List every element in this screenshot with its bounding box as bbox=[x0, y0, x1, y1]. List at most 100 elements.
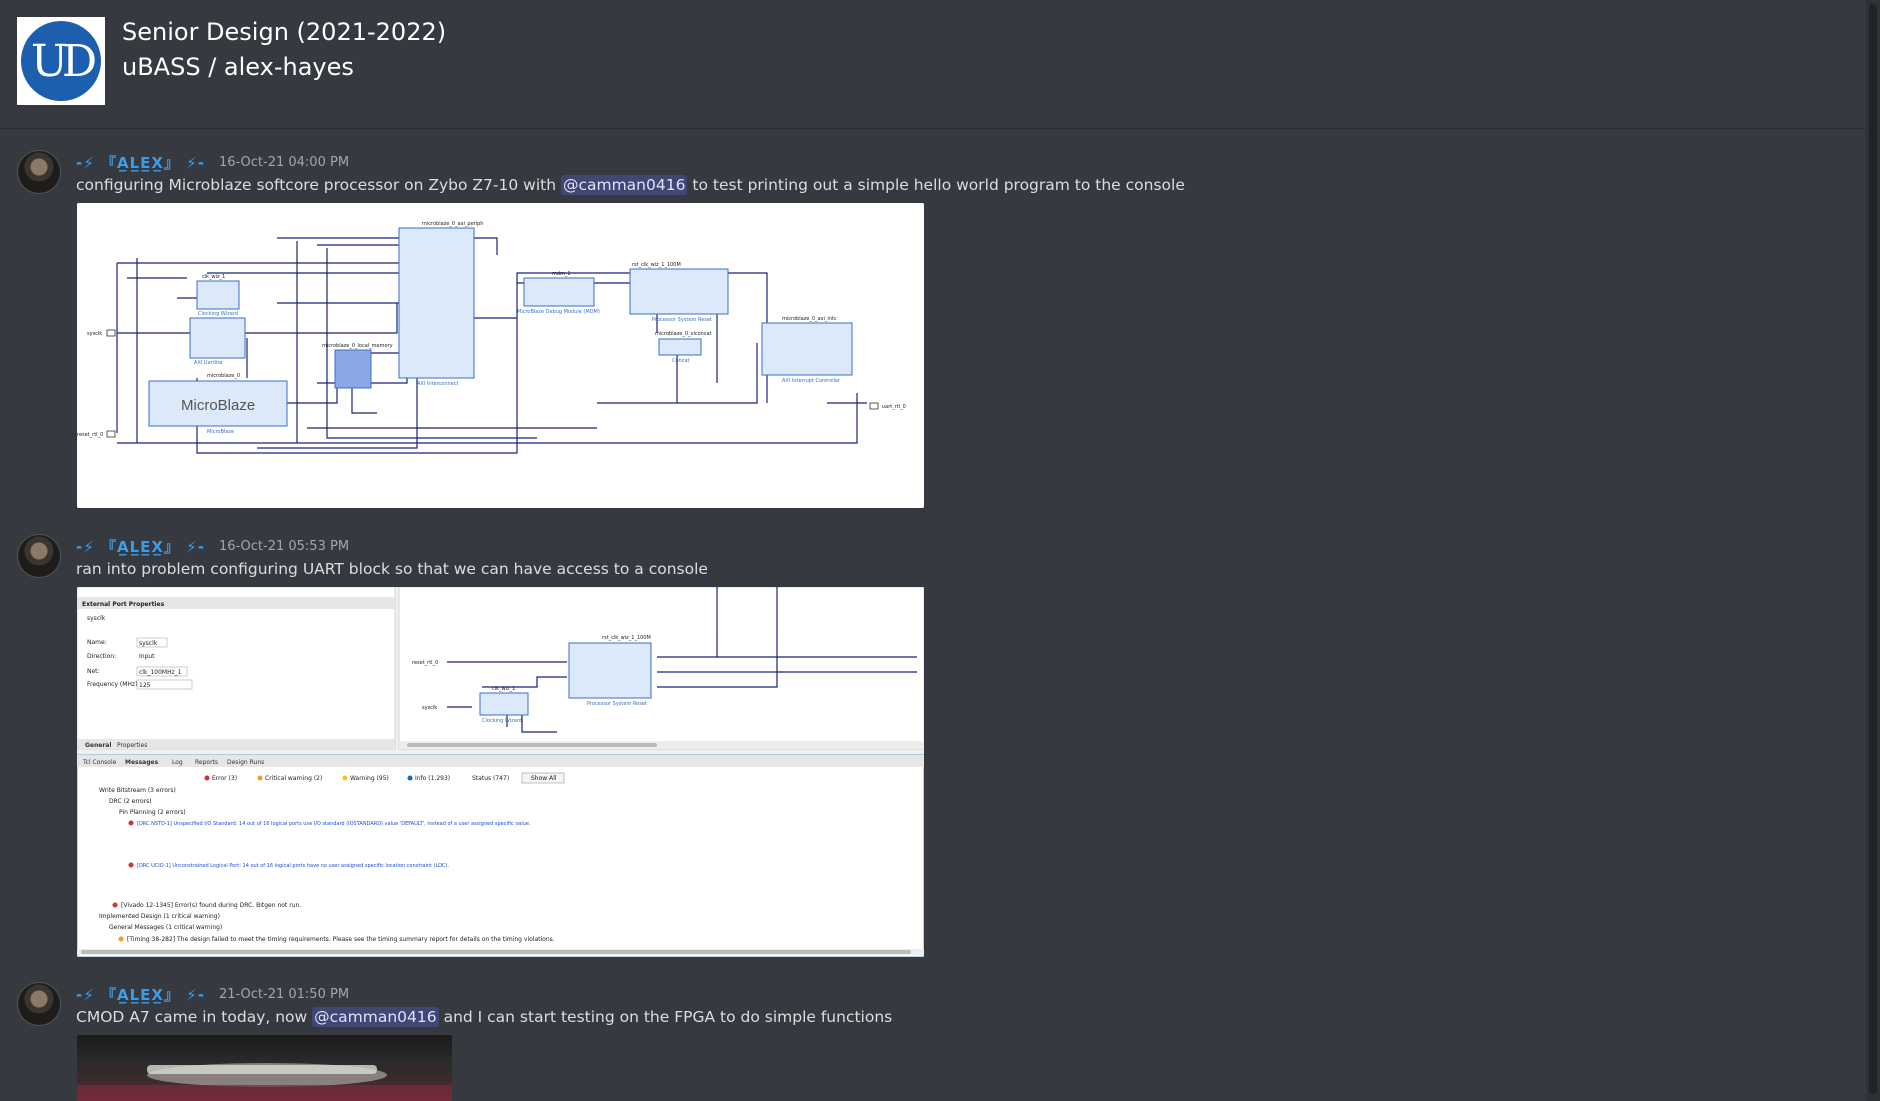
tab-general[interactable]: General bbox=[85, 742, 111, 749]
message-content: configuring Microblaze softcore processo… bbox=[76, 175, 1185, 195]
tree-general-messages[interactable]: General Messages (1 critical warning) bbox=[109, 924, 222, 931]
block-caption: AXI Interrupt Controller bbox=[782, 378, 841, 384]
username[interactable]: -⚡ 『A̲L̲E̲X̲』 ⚡- bbox=[76, 536, 205, 557]
server-name: Senior Design (2021-2022) bbox=[122, 18, 447, 46]
selected-port: sysclk bbox=[87, 615, 106, 622]
warning-message[interactable]: [Timing 38-282] The design failed to mee… bbox=[127, 936, 555, 943]
horizontal-scroll[interactable] bbox=[407, 743, 657, 747]
critical-warning-icon bbox=[257, 775, 263, 781]
channel-header: UD Senior Design (2021-2022) uBASS / ale… bbox=[0, 0, 1866, 129]
block-caption: Processor System Reset bbox=[652, 317, 712, 323]
block-caption: AXI Interconnect bbox=[417, 381, 459, 387]
avatar[interactable] bbox=[17, 150, 61, 194]
image-attachment[interactable] bbox=[77, 1035, 452, 1101]
microblaze-logo: MicroBlaze bbox=[181, 397, 255, 414]
timestamp: 16-Oct-21 04:00 PM bbox=[218, 154, 350, 170]
block-title: microblaze_0_xlconcat bbox=[655, 331, 712, 337]
tab-log[interactable]: Log bbox=[172, 759, 183, 766]
warning-icon bbox=[342, 775, 348, 781]
block-title: microblaze_0_axi_periph bbox=[422, 221, 483, 227]
clk-wiz-block[interactable] bbox=[479, 692, 529, 716]
user-mention[interactable]: @camman0416 bbox=[560, 175, 688, 195]
tab-tcl-console[interactable]: Tcl Console bbox=[82, 759, 117, 766]
tab-reports[interactable]: Reports bbox=[195, 759, 218, 766]
block-caption: MicroBlaze Debug Module (MDM) bbox=[517, 309, 600, 315]
net-value: clk_100MHz_1 bbox=[139, 669, 182, 676]
block-caption: Processor System Reset bbox=[587, 701, 647, 707]
name-value: sysclk bbox=[139, 640, 158, 647]
block-title: rst_clk_wiz_1_100M bbox=[632, 262, 681, 268]
uart-port bbox=[869, 402, 879, 410]
block-design-diagram: sysclk reset_rtl_0 uart_rtl_0 clk_wiz_1 … bbox=[77, 203, 924, 508]
direction-value: Input bbox=[139, 653, 155, 660]
avatar[interactable] bbox=[17, 534, 61, 578]
axi-uartlite-block[interactable] bbox=[189, 317, 246, 359]
image-attachment[interactable]: sysclk reset_rtl_0 uart_rtl_0 clk_wiz_1 … bbox=[77, 203, 924, 508]
direction-label: Direction: bbox=[87, 653, 116, 660]
concat-block[interactable] bbox=[658, 338, 702, 356]
fpga-photo bbox=[77, 1063, 452, 1101]
error-icon bbox=[204, 775, 210, 781]
block-caption: Clocking Wizard bbox=[198, 311, 238, 317]
proc-sys-reset-block[interactable] bbox=[629, 268, 729, 315]
timestamp: 16-Oct-21 05:53 PM bbox=[218, 538, 350, 554]
error-icon bbox=[112, 902, 118, 908]
net-label: Net: bbox=[87, 668, 100, 675]
show-all-label: Show All bbox=[531, 775, 557, 782]
port-label: uart_rtl_0 bbox=[882, 404, 906, 410]
filter-status[interactable]: Status (747) bbox=[472, 775, 509, 782]
timestamp: 21-Oct-21 01:50 PM bbox=[218, 986, 350, 1002]
block-title: mdm_1 bbox=[552, 271, 571, 277]
server-logo[interactable]: UD bbox=[17, 17, 105, 105]
user-mention[interactable]: @camman0416 bbox=[312, 1007, 439, 1027]
clk-wiz-block[interactable] bbox=[196, 280, 240, 310]
filter-info[interactable]: Info (1,293) bbox=[415, 775, 450, 782]
block-title: microblaze_0_local_memory bbox=[322, 343, 393, 349]
critical-warning-icon bbox=[118, 936, 124, 942]
error-message[interactable]: [DRC NSTD-1] Unspecified I/O Standard: 1… bbox=[137, 821, 531, 827]
block-title: clk_wiz_1 bbox=[202, 274, 225, 280]
block-caption: MicroBlaze bbox=[207, 429, 234, 435]
mdm-block[interactable] bbox=[523, 277, 595, 307]
scrollbar[interactable] bbox=[1866, 0, 1880, 1101]
filter-warning[interactable]: Warning (95) bbox=[350, 775, 389, 782]
tree-pin-planning[interactable]: Pin Planning (2 errors) bbox=[119, 809, 186, 816]
message-content: ran into problem configuring UART block … bbox=[76, 560, 708, 578]
channel-name: uBASS / alex-hayes bbox=[122, 53, 354, 81]
axi-intc-block[interactable] bbox=[761, 322, 853, 376]
username[interactable]: -⚡ 『A̲L̲E̲X̲』 ⚡- bbox=[76, 152, 205, 173]
tree-write-bitstream[interactable]: Write Bitstream (3 errors) bbox=[99, 787, 176, 794]
reset-port bbox=[106, 430, 116, 438]
freq-value: 125 bbox=[139, 682, 151, 689]
tree-drc[interactable]: DRC (2 errors) bbox=[109, 798, 152, 805]
scroll-thumb[interactable] bbox=[1869, 4, 1877, 1094]
ud-logo-icon: UD bbox=[21, 21, 101, 101]
vivado-screenshot: External Port Properties sysclk Name: sy… bbox=[77, 587, 924, 957]
avatar[interactable] bbox=[17, 982, 61, 1026]
error-message[interactable]: [Vivado 12-1345] Error(s) found during D… bbox=[121, 902, 301, 909]
sysclk-port bbox=[106, 329, 116, 337]
info-icon bbox=[407, 775, 413, 781]
image-attachment[interactable]: External Port Properties sysclk Name: sy… bbox=[77, 587, 924, 957]
proc-sys-reset-block[interactable] bbox=[568, 642, 652, 699]
tree-implemented-design[interactable]: Implemented Design (1 critical warning) bbox=[99, 913, 220, 920]
console-scroll[interactable] bbox=[81, 950, 911, 954]
local-memory-block[interactable] bbox=[334, 349, 372, 389]
tab-properties[interactable]: Properties bbox=[117, 742, 147, 749]
tab-messages[interactable]: Messages bbox=[125, 759, 159, 766]
error-icon bbox=[128, 862, 134, 868]
block-title: rst_clk_wiz_1_100M bbox=[602, 635, 651, 641]
axi-interconnect-block[interactable] bbox=[398, 227, 475, 379]
block-caption: Clocking Wizard bbox=[482, 718, 522, 724]
block-title: clk_wiz_1 bbox=[492, 686, 515, 692]
tab-design-runs[interactable]: Design Runs bbox=[227, 759, 264, 766]
port-label: reset_rtl_0 bbox=[77, 432, 103, 438]
error-message[interactable]: [DRC UCIO-1] Unconstrained Logical Port:… bbox=[137, 863, 449, 869]
filter-error[interactable]: Error (3) bbox=[212, 775, 237, 782]
freq-label: Frequency (MHz): bbox=[87, 681, 139, 688]
panel-title: External Port Properties bbox=[82, 601, 165, 608]
username[interactable]: -⚡ 『A̲L̲E̲X̲』 ⚡- bbox=[76, 984, 205, 1005]
port-label: sysclk bbox=[87, 331, 102, 337]
port-label: reset_rtl_0 bbox=[412, 660, 438, 666]
filter-critical-warning[interactable]: Critical warning (2) bbox=[265, 775, 322, 782]
